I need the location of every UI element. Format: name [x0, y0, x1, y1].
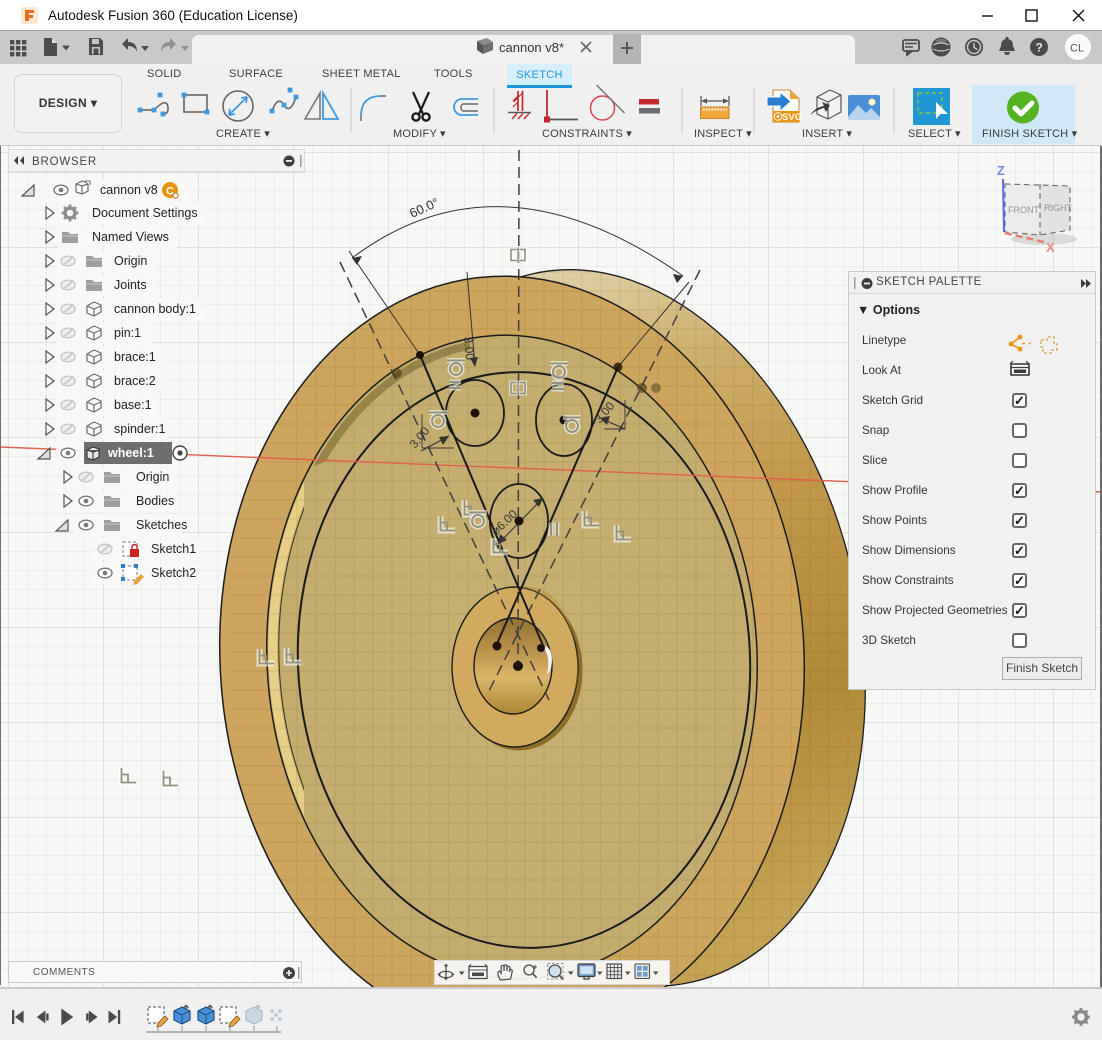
svg-text:Z: Z	[997, 164, 1005, 178]
svg-text:Bodies: Bodies	[136, 494, 174, 508]
svg-text:Sketches: Sketches	[136, 518, 187, 532]
svg-text:CL: CL	[1070, 43, 1084, 55]
svg-text:Sketch1: Sketch1	[151, 542, 196, 556]
svg-text:SVG: SVG	[782, 112, 802, 123]
svg-text:pin:1: pin:1	[114, 326, 141, 340]
svg-text:Document Settings: Document Settings	[92, 206, 198, 220]
svg-text:cannon body:1: cannon body:1	[114, 302, 196, 316]
svg-text:cannon v8: cannon v8	[100, 183, 158, 197]
svg-text:60.0°: 60.0°	[407, 195, 441, 221]
svg-text:brace:2: brace:2	[114, 374, 156, 388]
svg-text:3.00: 3.00	[461, 336, 477, 361]
svg-text:Origin: Origin	[136, 470, 169, 484]
svg-text:base:1: base:1	[114, 398, 152, 412]
svg-text:wheel:1: wheel:1	[107, 446, 154, 460]
svg-text:brace:1: brace:1	[114, 350, 156, 364]
svg-text:Named Views: Named Views	[92, 230, 169, 244]
svg-text:FRONT: FRONT	[1008, 205, 1039, 215]
svg-text:Sketch2: Sketch2	[151, 566, 196, 580]
svg-text:BROWSER: BROWSER	[32, 156, 97, 168]
svg-text:RIGHT: RIGHT	[1044, 203, 1073, 213]
svg-text:X: X	[1046, 240, 1055, 255]
svg-text:?: ?	[1036, 41, 1043, 55]
svg-text:cannon v8*: cannon v8*	[499, 40, 564, 55]
svg-text:Joints: Joints	[114, 278, 147, 292]
svg-text:spinder:1: spinder:1	[114, 422, 165, 436]
svg-text:Origin: Origin	[114, 254, 147, 268]
